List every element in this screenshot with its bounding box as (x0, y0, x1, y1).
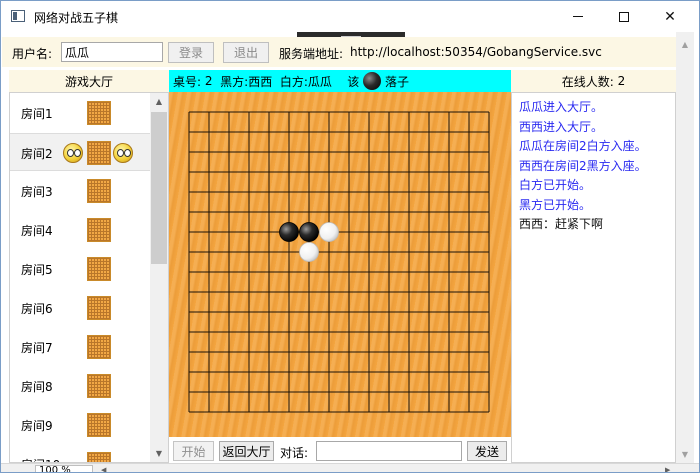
room-item[interactable]: 房间6 (10, 289, 150, 327)
minimize-icon (573, 16, 583, 17)
zoom-select[interactable]: 100 % (35, 465, 93, 472)
room-item[interactable]: 房间4 (10, 211, 150, 249)
table-board-icon[interactable] (87, 101, 111, 125)
scroll-left-icon[interactable]: ◀ (101, 466, 111, 472)
status-bar: 100 % ◀ ▶ (1, 463, 699, 472)
white-stone (299, 242, 319, 262)
table-label: 桌号: (173, 74, 202, 89)
window-title: 网络对战五子棋 (34, 11, 119, 25)
game-info-bar: 桌号: 2 黑方: 西西 白方: 瓜瓜 该 落子 (169, 70, 511, 92)
scroll-right-icon[interactable]: ▶ (665, 466, 675, 472)
username-input[interactable] (61, 42, 163, 62)
maximize-button[interactable] (601, 1, 647, 32)
table-board-icon[interactable] (87, 179, 111, 203)
message-line: 白方已开始。 (519, 178, 592, 192)
room-label: 房间7 (21, 341, 53, 355)
minimize-button[interactable] (555, 1, 601, 32)
room-item[interactable]: 房间1 (10, 94, 150, 132)
table-board-icon[interactable] (87, 257, 111, 281)
start-button[interactable]: 开始 (173, 441, 214, 461)
board-grid[interactable] (169, 92, 511, 437)
service-url-label: 服务端地址: (279, 47, 344, 61)
table-board-icon[interactable] (87, 296, 111, 320)
room-item[interactable]: 房间5 (10, 250, 150, 288)
message-line: 西西在房间2黑方入座。 (519, 158, 647, 173)
white-label: 白方: (279, 74, 308, 89)
white-player-name: 瓜瓜 (307, 74, 332, 89)
lobby-header: 游戏大厅 (9, 70, 169, 92)
room-list-scrollbar[interactable]: ▲ ▼ (150, 93, 168, 462)
table-board-icon[interactable] (87, 141, 111, 165)
online-count-header: 在线人数: 2 (511, 70, 676, 92)
room-label: 房间10 (21, 456, 60, 462)
turn-suffix: 落子 (385, 74, 410, 89)
room-label: 房间4 (21, 224, 53, 238)
player-avatar-icon[interactable] (63, 143, 83, 163)
login-button[interactable]: 登录 (168, 42, 214, 63)
room-item[interactable]: 房间7 (10, 328, 150, 366)
scroll-down-icon[interactable]: ▼ (150, 445, 168, 462)
back-to-lobby-button[interactable]: 返回大厅 (219, 441, 274, 461)
table-board-icon[interactable] (87, 413, 111, 437)
toolbar: 用户名: 登录 退出 服务端地址: http://localhost:50354… (2, 37, 688, 67)
scroll-down-icon[interactable]: ▼ (676, 446, 694, 463)
room-label: 房间2 (21, 147, 53, 161)
white-stone (319, 222, 339, 242)
room-label: 房间9 (21, 419, 53, 433)
chat-input[interactable] (316, 441, 462, 461)
game-controls: 开始 返回大厅 对话: 发送 (169, 437, 511, 464)
service-url: http://localhost:50354/GobangService.svc (350, 45, 602, 59)
player-avatar-icon[interactable] (113, 143, 133, 163)
message-line: 瓜瓜在房间2白方入座。 (519, 139, 647, 153)
room-list: ▲ ▼ 房间1 房间2 房间3 房间4 房间5 房间6 房间7 房间8 房间9 房间10 (9, 92, 169, 463)
message-line: 黑方已开始。 (519, 197, 592, 212)
table-board-icon[interactable] (87, 374, 111, 398)
message-line: 西西：赶紧下啊 (519, 217, 604, 231)
black-stone (299, 222, 319, 242)
scroll-up-icon[interactable]: ▲ (150, 93, 168, 110)
close-icon: ✕ (664, 8, 676, 25)
game-board[interactable] (169, 92, 511, 437)
room-label: 房间5 (21, 263, 53, 277)
send-button[interactable]: 发送 (467, 441, 507, 461)
maximize-icon (619, 11, 629, 22)
turn-label: 该 (347, 74, 360, 89)
window-scrollbar[interactable]: ▲ ▼ (676, 32, 694, 463)
table-number: 2 (204, 74, 213, 88)
scroll-thumb[interactable] (151, 112, 167, 264)
online-count-label: 在线人数: (561, 74, 614, 89)
room-label: 房间3 (21, 185, 53, 199)
table-board-icon[interactable] (87, 452, 111, 462)
room-item[interactable]: 房间10 (10, 445, 150, 462)
chat-label: 对话: (280, 446, 309, 460)
room-label: 房间6 (21, 302, 53, 316)
room-item[interactable]: 房间2 (10, 133, 150, 171)
close-button[interactable]: ✕ (647, 1, 693, 32)
turn-stone-icon (363, 72, 382, 90)
app-window-icon (11, 10, 25, 22)
room-item[interactable]: 房间8 (10, 367, 150, 405)
message-log: 瓜瓜进入大厅。 西西进入大厅。瓜瓜在房间2白方入座。 西西在房间2黑方入座。 白方已开… (511, 92, 676, 463)
room-item[interactable]: 房间9 (10, 406, 150, 444)
scroll-up-icon[interactable]: ▲ (676, 36, 694, 53)
message-line: 西西进入大厅。 (519, 119, 604, 134)
table-board-icon[interactable] (87, 335, 111, 359)
message-line: 瓜瓜进入大厅。 (519, 100, 604, 114)
room-label: 房间8 (21, 380, 53, 394)
table-board-icon[interactable] (87, 218, 111, 242)
app-window: 网络对战五子棋 ✕ 用户名: 登录 退出 服务端地址: http://local… (0, 0, 700, 473)
room-item[interactable]: 房间3 (10, 172, 150, 210)
online-count: 2 (617, 74, 626, 88)
username-label: 用户名: (12, 47, 53, 61)
logout-button[interactable]: 退出 (223, 42, 269, 63)
black-player-name: 西西 (248, 74, 273, 89)
black-stone (279, 222, 299, 242)
black-label: 黑方: (220, 74, 249, 89)
title-bar: 网络对战五子棋 ✕ (1, 1, 699, 32)
room-label: 房间1 (21, 107, 53, 121)
